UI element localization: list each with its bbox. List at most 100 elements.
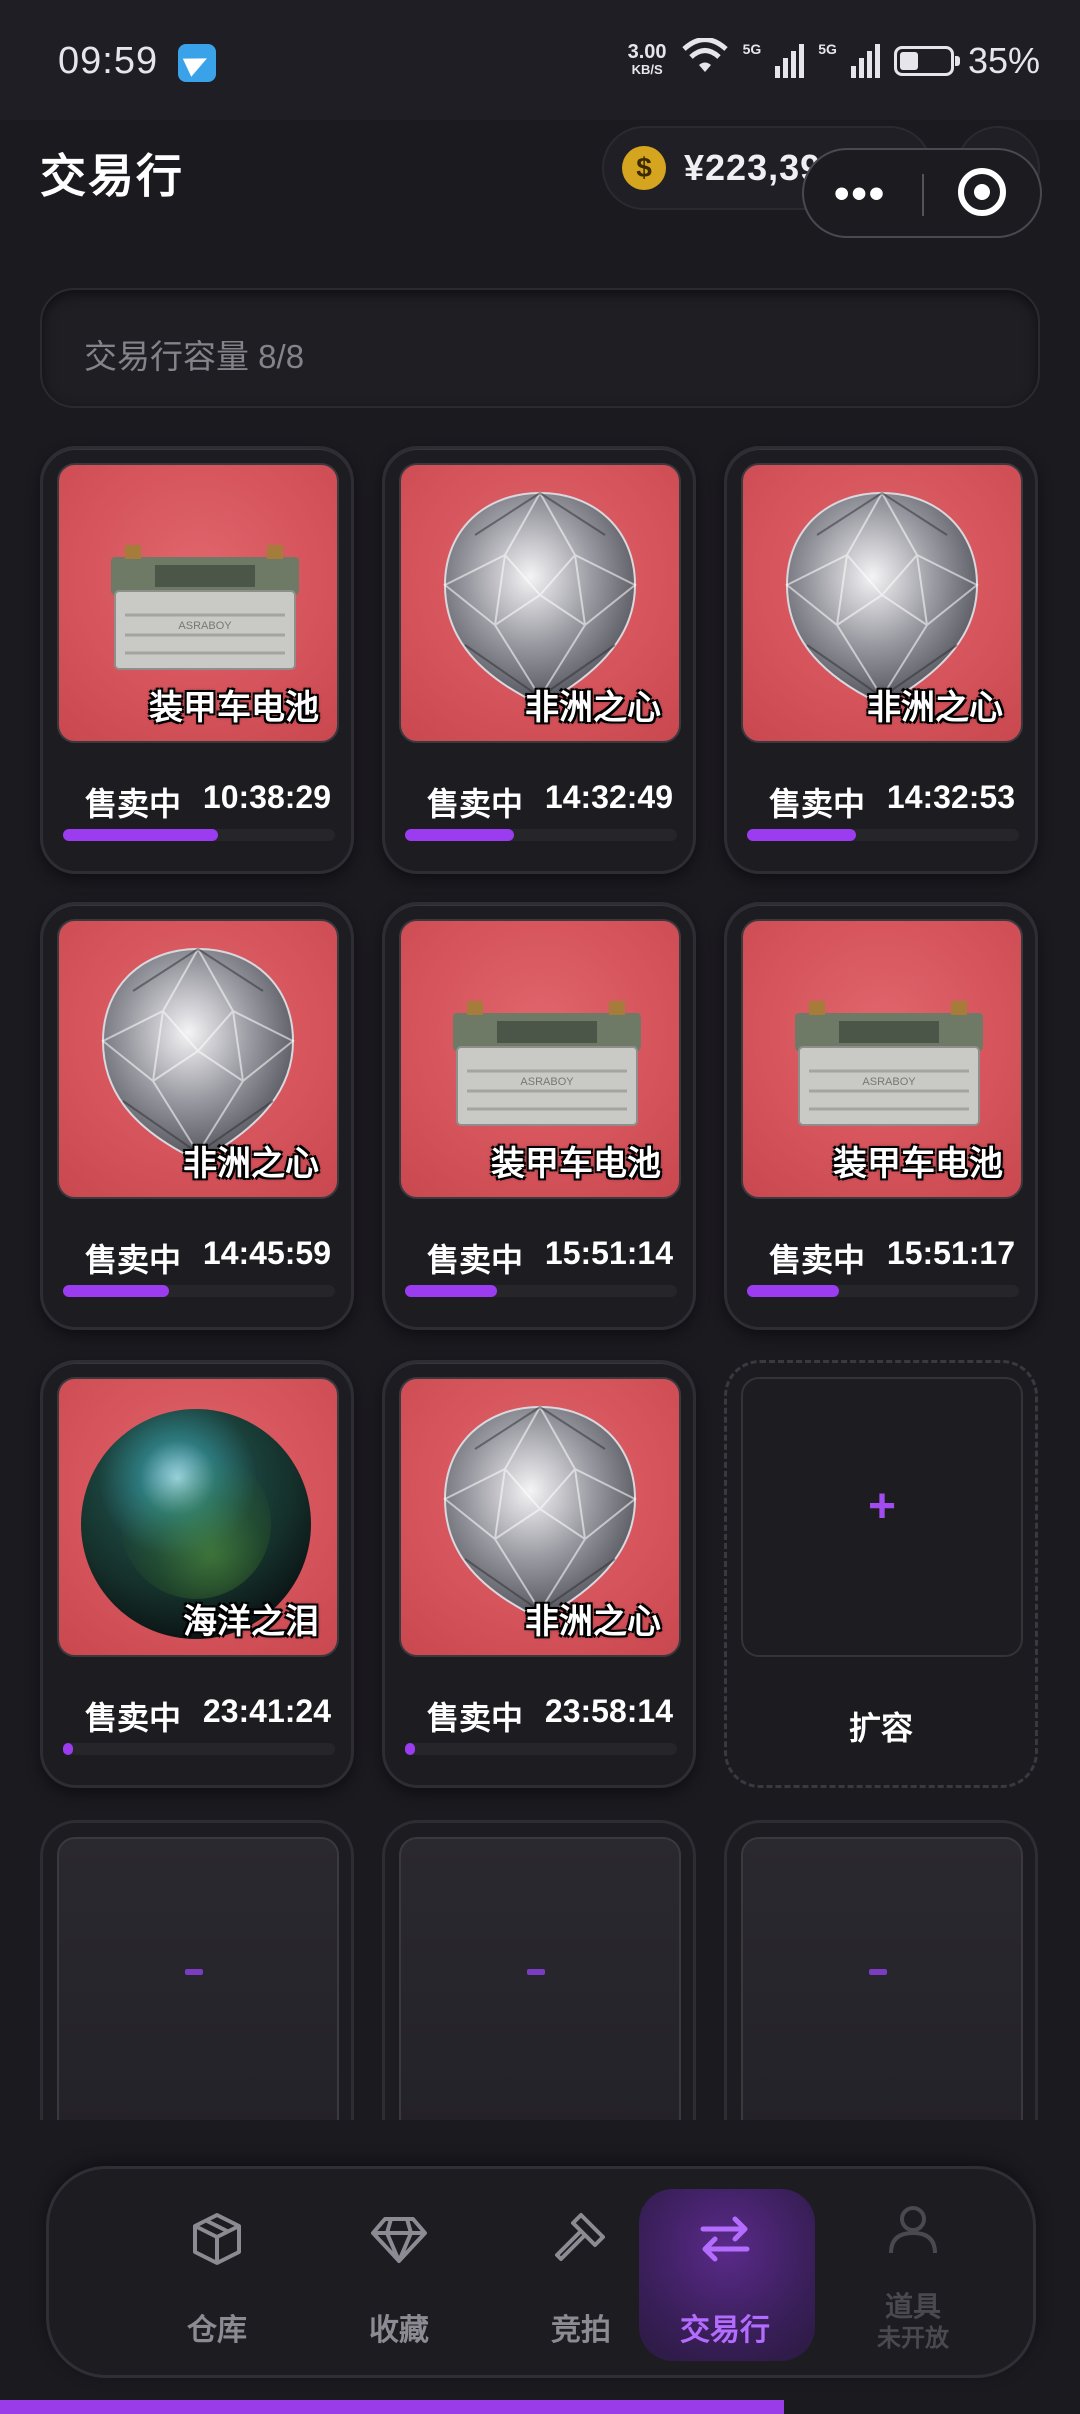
listing-timer: 10:38:29	[202, 779, 331, 815]
capsule-divider	[922, 174, 924, 216]
battery-percent: 35%	[967, 40, 1040, 81]
diamond-item-icon	[443, 1404, 637, 1617]
listing-card[interactable]: 非洲之心售卖中 14:32:53	[724, 446, 1038, 874]
listing-timer: 23:41:24	[202, 1693, 331, 1729]
listing-progress-fill	[747, 1285, 840, 1297]
listing-timer: 14:32:53	[886, 779, 1015, 815]
listing-status: 售卖中	[427, 1700, 524, 1736]
plus-icon: +	[867, 1480, 897, 1533]
listing-status: 售卖中	[769, 1242, 866, 1278]
listing-status: 售卖中	[85, 1700, 182, 1736]
diamond-icon	[371, 2217, 427, 2263]
box-icon	[193, 2213, 241, 2265]
signal-icon	[775, 44, 805, 78]
telegram-icon	[178, 44, 216, 82]
item-name: 非洲之心	[183, 1145, 319, 1183]
item-image: ASRABOY 装甲车电池	[741, 919, 1023, 1199]
item-image: 非洲之心	[741, 463, 1023, 743]
item-image: 海洋之泪	[57, 1377, 339, 1657]
listing-progress-track	[747, 829, 1019, 841]
listing-card[interactable]: ASRABOY 装甲车电池 售卖中 10:38:29	[40, 446, 354, 874]
swap-icon	[700, 2216, 750, 2262]
listing-timer: 15:51:17	[886, 1235, 1015, 1271]
expand-slot-button[interactable]: + 扩容	[724, 1360, 1038, 1788]
nav-collection[interactable]: 收藏	[311, 2169, 487, 2369]
battery-item-icon: ASRABOY	[795, 1001, 983, 1126]
listing-progress-fill	[405, 829, 514, 841]
listing-progress-track	[405, 1285, 677, 1297]
listing-status: 售卖中	[769, 786, 866, 822]
item-image: 非洲之心	[399, 1377, 681, 1657]
expand-label: 扩容	[848, 1710, 913, 1746]
wifi-icon	[681, 36, 729, 85]
nav-label: 交易行	[680, 2314, 770, 2347]
capacity-text: 交易行容量 8/8	[84, 338, 305, 375]
item-name: 装甲车电池	[149, 689, 319, 727]
page-title: 交易行	[40, 150, 184, 202]
svg-text:ASRABOY: ASRABOY	[862, 1076, 916, 1088]
diamond-item-icon	[785, 490, 979, 703]
nav-warehouse[interactable]: 仓库	[129, 2169, 305, 2369]
locked-slot	[40, 1820, 354, 2120]
item-name: 装甲车电池	[833, 1145, 1003, 1183]
svg-text:ASRABOY: ASRABOY	[520, 1076, 574, 1088]
item-image: ASRABOY 装甲车电池	[399, 919, 681, 1199]
svg-text:ASRABOY: ASRABOY	[178, 620, 232, 632]
bottom-nav: 仓库 收藏 竞拍 交易行 道具 未开放	[46, 2166, 1036, 2378]
battery-item-icon: ASRABOY	[111, 545, 299, 670]
nav-label: 道具 未开放	[877, 2291, 949, 2352]
diamond-item-icon	[443, 490, 637, 703]
nav-trading[interactable]: 交易行	[637, 2169, 815, 2369]
lock-dash-icon	[869, 1969, 887, 1975]
listing-progress-fill	[63, 829, 219, 841]
listing-progress-fill	[747, 829, 856, 841]
more-icon[interactable]: •••	[834, 172, 886, 216]
listing-progress-fill	[63, 1285, 170, 1297]
lock-dash-icon	[185, 1969, 203, 1975]
locked-slot	[382, 1820, 696, 2120]
nav-label: 收藏	[369, 2314, 429, 2347]
listing-timer: 14:32:49	[544, 779, 673, 815]
diamond-item-icon	[101, 946, 295, 1159]
item-name: 非洲之心	[525, 689, 661, 727]
listing-timer: 14:45:59	[202, 1235, 331, 1271]
listing-card[interactable]: 非洲之心售卖中 23:58:14	[382, 1360, 696, 1788]
close-miniprogram-icon[interactable]	[958, 168, 1006, 216]
locked-slot	[724, 1820, 1038, 2120]
listing-status: 售卖中	[427, 1242, 524, 1278]
battery-item-icon: ASRABOY	[453, 1001, 641, 1126]
nav-label: 仓库	[187, 2314, 247, 2347]
item-image: 非洲之心	[399, 463, 681, 743]
listing-status: 售卖中	[427, 786, 524, 822]
lock-dash-icon	[527, 1969, 545, 1975]
listing-timer: 23:58:14	[544, 1693, 673, 1729]
person-icon	[889, 2206, 937, 2254]
listing-progress-track	[63, 1743, 335, 1755]
listing-card[interactable]: 海洋之泪售卖中 23:41:24	[40, 1360, 354, 1788]
item-name: 非洲之心	[867, 689, 1003, 727]
listing-card[interactable]: ASRABOY 装甲车电池售卖中 15:51:14	[382, 902, 696, 1330]
nav-props: 道具 未开放	[825, 2169, 1001, 2369]
sim2-label: 5G	[818, 41, 837, 57]
listing-progress-track	[63, 829, 335, 841]
sim1-label: 5G	[742, 41, 762, 57]
capacity-bar: 交易行容量 8/8	[40, 288, 1040, 408]
status-bar: 09:59 3.00 KB/S 5G 5G 35%	[0, 0, 1080, 120]
listing-progress-fill	[405, 1743, 415, 1755]
listing-card[interactable]: 非洲之心售卖中 14:32:49	[382, 446, 696, 874]
gavel-icon	[555, 2213, 605, 2261]
coin-icon: $	[622, 146, 666, 190]
item-image: 非洲之心	[57, 919, 339, 1199]
listing-timer: 15:51:14	[544, 1235, 673, 1271]
net-speed: 3.00 KB/S	[627, 41, 667, 77]
miniprogram-capsule: •••	[802, 148, 1042, 238]
listing-card[interactable]: 非洲之心售卖中 14:45:59	[40, 902, 354, 1330]
listing-progress-fill	[405, 1285, 498, 1297]
listing-progress-track	[63, 1285, 335, 1297]
status-indicators: 3.00 KB/S 5G 5G 35%	[628, 36, 1040, 86]
listing-progress-track	[747, 1285, 1019, 1297]
listing-status: 售卖中	[85, 1242, 182, 1278]
item-name: 装甲车电池	[491, 1145, 661, 1183]
listing-card[interactable]: ASRABOY 装甲车电池售卖中 15:51:17	[724, 902, 1038, 1330]
item-name: 非洲之心	[525, 1603, 661, 1641]
